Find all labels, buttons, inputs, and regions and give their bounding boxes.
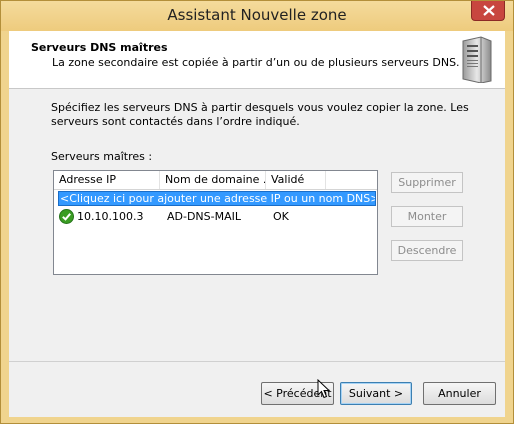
column-header-ip[interactable]: Adresse IP	[54, 171, 160, 189]
master-servers-label: Serveurs maîtres :	[51, 150, 153, 163]
page-subtitle: La zone secondaire est copiée à partir d…	[52, 56, 460, 69]
mouse-cursor-icon	[317, 379, 331, 399]
next-button[interactable]: Suivant >	[340, 382, 412, 405]
wizard-header: Serveurs DNS maîtres La zone secondaire …	[9, 31, 505, 89]
add-server-entry[interactable]: <Cliquez ici pour ajouter une adresse IP…	[58, 191, 376, 206]
footer-divider	[9, 361, 505, 362]
window-title: Assistant Nouvelle zone	[167, 6, 347, 24]
list-header: Adresse IP Nom de domaine ... Validé	[54, 171, 377, 190]
master-servers-list[interactable]: Adresse IP Nom de domaine ... Validé <Cl…	[53, 170, 378, 275]
column-header-domain[interactable]: Nom de domaine ...	[160, 171, 266, 189]
check-icon	[59, 209, 74, 224]
cancel-button[interactable]: Annuler	[423, 382, 496, 405]
wizard-window: Assistant Nouvelle zone Serveurs DNS maî…	[0, 0, 514, 424]
title-bar[interactable]: Assistant Nouvelle zone	[1, 1, 513, 31]
row-status: OK	[273, 210, 289, 223]
close-button[interactable]	[471, 1, 505, 21]
server-icon	[462, 36, 492, 83]
close-icon	[483, 5, 495, 16]
row-ip: 10.10.100.3	[77, 210, 144, 223]
table-row[interactable]: 10.10.100.3 AD-DNS-MAIL OK	[54, 208, 377, 226]
page-title: Serveurs DNS maîtres	[31, 41, 168, 54]
move-up-button[interactable]: Monter	[391, 206, 463, 227]
row-domain: AD-DNS-MAIL	[167, 210, 242, 223]
delete-button[interactable]: Supprimer	[391, 172, 463, 193]
wizard-client-area: Serveurs DNS maîtres La zone secondaire …	[9, 31, 505, 417]
move-down-button[interactable]: Descendre	[391, 240, 463, 261]
column-header-validated[interactable]: Validé	[266, 171, 326, 189]
instructions-text: Spécifiez les serveurs DNS à partir desq…	[51, 101, 469, 128]
